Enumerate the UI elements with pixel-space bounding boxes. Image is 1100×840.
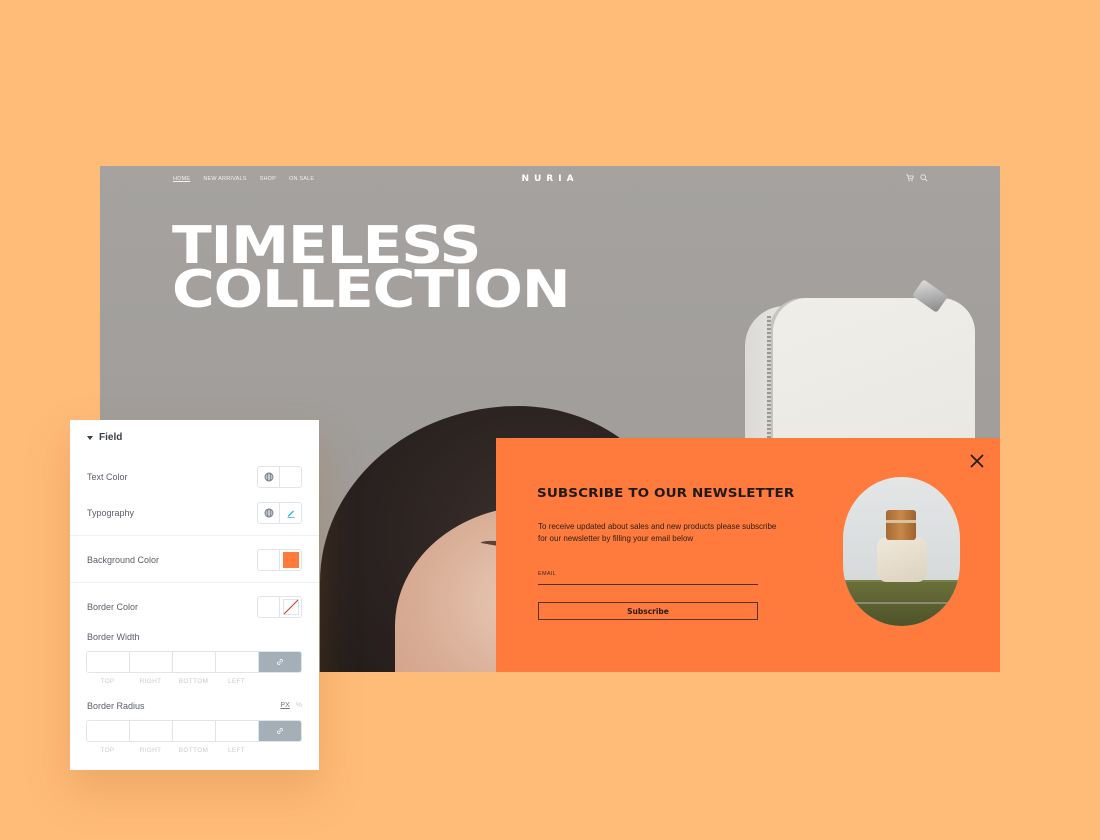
hero-title: TIMELESS COLLECTION bbox=[172, 220, 571, 316]
border-radius-label: Border Radius bbox=[87, 701, 145, 711]
edit-typography-button[interactable] bbox=[279, 503, 301, 523]
border-radius-row: Border Radius bbox=[87, 701, 302, 711]
global-button[interactable] bbox=[258, 597, 279, 617]
label-right: RIGHT bbox=[139, 678, 162, 685]
unit-switcher: PX % bbox=[280, 702, 302, 709]
border-color-label: Border Color bbox=[87, 602, 139, 612]
divider bbox=[70, 535, 319, 536]
text-color-row: Text Color bbox=[87, 466, 302, 488]
background-color-control bbox=[257, 549, 302, 571]
subscribe-button[interactable]: Subscribe bbox=[538, 602, 758, 620]
background-color-row: Background Color bbox=[87, 549, 302, 571]
link-icon bbox=[277, 728, 283, 734]
border-radius-inputs bbox=[86, 720, 302, 742]
unit-percent[interactable]: % bbox=[296, 702, 302, 709]
border-width-left[interactable] bbox=[216, 652, 259, 672]
text-color-label: Text Color bbox=[87, 472, 128, 482]
style-panel: Field Text Color Typography Background C… bbox=[70, 420, 319, 770]
global-button[interactable] bbox=[258, 503, 279, 523]
hero-title-line2: COLLECTION bbox=[172, 260, 571, 320]
typography-row: Typography bbox=[87, 502, 302, 524]
label-top: TOP bbox=[100, 678, 115, 685]
border-radius-top[interactable] bbox=[87, 721, 130, 741]
label-bottom: BOTTOM bbox=[178, 747, 209, 754]
section-title: Field bbox=[99, 432, 123, 443]
typography-label: Typography bbox=[87, 508, 135, 518]
label-right: RIGHT bbox=[139, 747, 162, 754]
global-button[interactable] bbox=[258, 550, 279, 570]
border-width-bottom[interactable] bbox=[173, 652, 216, 672]
nav-icons bbox=[906, 174, 928, 182]
cart-icon[interactable] bbox=[906, 174, 914, 182]
popup-title: SUBSCRIBE TO OUR NEWSLETTER bbox=[537, 485, 795, 500]
search-icon[interactable] bbox=[920, 174, 928, 182]
border-color-control bbox=[257, 596, 302, 618]
close-icon[interactable] bbox=[970, 454, 984, 468]
border-radius-left[interactable] bbox=[216, 721, 259, 741]
popup-description: To receive updated about sales and new p… bbox=[538, 522, 777, 543]
text-color-swatch[interactable] bbox=[279, 467, 301, 487]
border-width-inputs bbox=[86, 651, 302, 673]
link-icon bbox=[277, 659, 283, 665]
globe-icon bbox=[264, 472, 273, 482]
border-width-top[interactable] bbox=[87, 652, 130, 672]
border-width-right[interactable] bbox=[130, 652, 173, 672]
global-button[interactable] bbox=[258, 467, 279, 487]
color-swatch bbox=[282, 552, 299, 568]
border-width-row: Border Width bbox=[87, 632, 302, 642]
no-color-icon bbox=[282, 599, 299, 615]
popup-product-image bbox=[843, 477, 960, 626]
typography-control bbox=[257, 502, 302, 524]
link-values-button[interactable] bbox=[259, 721, 301, 741]
divider bbox=[70, 582, 319, 583]
border-radius-labels: TOP RIGHT BOTTOM LEFT bbox=[86, 747, 258, 754]
background-color-label: Background Color bbox=[87, 555, 160, 565]
border-width-label: Border Width bbox=[87, 632, 140, 642]
border-color-row: Border Color bbox=[87, 596, 302, 618]
border-radius-right[interactable] bbox=[130, 721, 173, 741]
site-logo[interactable]: NURIA bbox=[100, 174, 1000, 184]
label-top: TOP bbox=[100, 747, 115, 754]
border-color-swatch[interactable] bbox=[279, 597, 301, 617]
text-color-control bbox=[257, 466, 302, 488]
caret-down-icon bbox=[87, 435, 93, 440]
border-width-labels: TOP RIGHT BOTTOM LEFT bbox=[86, 678, 258, 685]
email-underline bbox=[538, 584, 758, 585]
background-color-swatch[interactable] bbox=[279, 550, 301, 570]
label-left: LEFT bbox=[227, 747, 246, 754]
globe-icon bbox=[264, 508, 273, 518]
pencil-icon bbox=[287, 510, 294, 518]
label-bottom: BOTTOM bbox=[178, 678, 209, 685]
newsletter-popup: SUBSCRIBE TO OUR NEWSLETTER To receive u… bbox=[496, 438, 1000, 672]
section-toggle-field[interactable]: Field bbox=[87, 432, 122, 443]
link-values-button[interactable] bbox=[259, 652, 301, 672]
label-left: LEFT bbox=[227, 678, 246, 685]
unit-px[interactable]: PX bbox=[280, 702, 289, 709]
border-radius-bottom[interactable] bbox=[173, 721, 216, 741]
email-input[interactable] bbox=[538, 566, 758, 584]
